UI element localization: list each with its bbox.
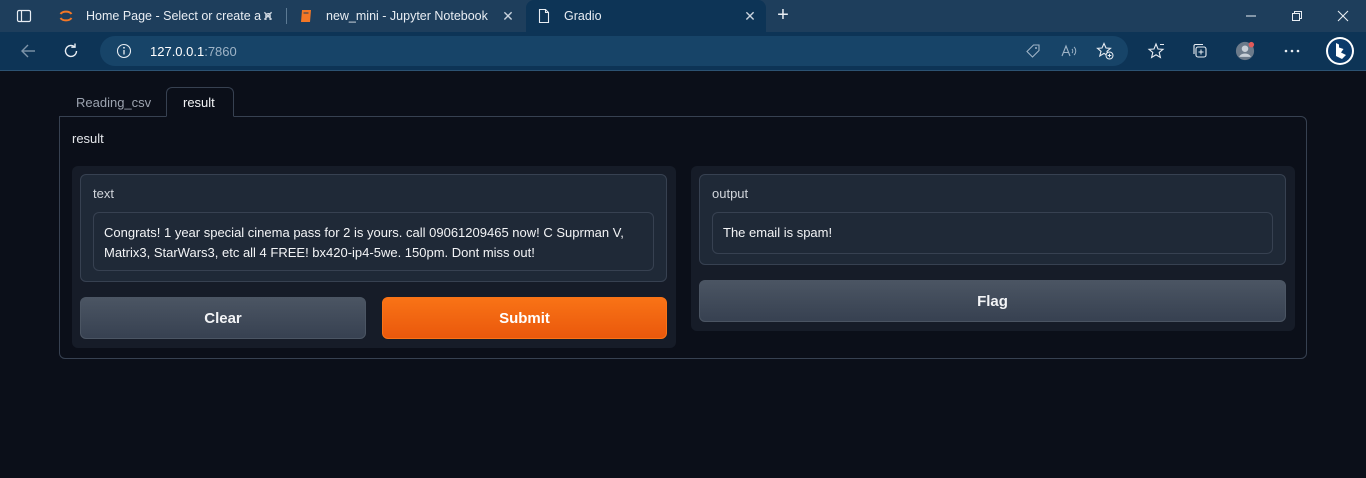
page-icon bbox=[536, 8, 552, 24]
browser-tab-gradio[interactable]: Gradio ✕ bbox=[526, 0, 766, 32]
read-aloud-icon[interactable] bbox=[1060, 43, 1078, 59]
address-bar[interactable]: 127.0.0.1:7860 bbox=[100, 36, 1128, 66]
url-host: 127.0.0.1 bbox=[150, 44, 205, 59]
tab-reading-csv[interactable]: Reading_csv bbox=[60, 87, 166, 117]
tag-icon[interactable] bbox=[1024, 43, 1042, 59]
gradio-app: Reading_csv result result text Congrats!… bbox=[0, 71, 1366, 478]
output-block: output The email is spam! bbox=[699, 174, 1286, 265]
close-tab-icon[interactable]: ✕ bbox=[742, 8, 758, 24]
text-input-block: text Congrats! 1 year special cinema pas… bbox=[80, 174, 667, 282]
collections-icon[interactable] bbox=[1190, 41, 1210, 61]
panel-title: result bbox=[72, 131, 104, 146]
favorites-icon[interactable] bbox=[1146, 41, 1166, 61]
site-info-icon[interactable] bbox=[116, 43, 132, 59]
output-label: output bbox=[712, 186, 749, 201]
output-column: output The email is spam! Flag bbox=[691, 166, 1295, 331]
browser-tab-jupyter-home[interactable]: Home Page - Select or create a n ✕ bbox=[48, 0, 284, 32]
input-column: text Congrats! 1 year special cinema pas… bbox=[72, 166, 676, 348]
window-close-icon[interactable] bbox=[1320, 0, 1366, 32]
tab-divider bbox=[286, 8, 287, 24]
tab-result[interactable]: result bbox=[166, 87, 234, 117]
restore-icon[interactable] bbox=[1274, 0, 1320, 32]
browser-toolbar: 127.0.0.1:7860 bbox=[0, 32, 1366, 70]
output-field[interactable]: The email is spam! bbox=[712, 212, 1273, 254]
browser-tab-strip: Home Page - Select or create a n ✕ new_m… bbox=[0, 0, 1366, 32]
close-tab-icon[interactable]: ✕ bbox=[260, 8, 276, 24]
url-text[interactable]: 127.0.0.1:7860 bbox=[150, 44, 237, 59]
output-text: The email is spam! bbox=[723, 225, 833, 240]
profile-avatar-icon[interactable] bbox=[1235, 41, 1255, 61]
refresh-icon[interactable] bbox=[58, 39, 84, 63]
input-text: Congrats! 1 year special cinema pass for… bbox=[104, 225, 624, 260]
input-label: text bbox=[93, 186, 114, 201]
browser-tab-title: Gradio bbox=[564, 9, 602, 23]
browser-tab-notebook[interactable]: new_mini - Jupyter Notebook ✕ bbox=[288, 0, 524, 32]
browser-tab-title: Home Page - Select or create a n bbox=[86, 9, 272, 23]
flag-button[interactable]: Flag bbox=[699, 280, 1286, 322]
minimize-icon[interactable] bbox=[1228, 0, 1274, 32]
add-favorite-icon[interactable] bbox=[1096, 42, 1114, 60]
url-port: :7860 bbox=[204, 44, 237, 59]
back-arrow-icon[interactable] bbox=[15, 39, 41, 63]
submit-button[interactable]: Submit bbox=[382, 297, 667, 339]
browser-tab-title: new_mini - Jupyter Notebook bbox=[326, 9, 488, 23]
result-panel: result text Congrats! 1 year special cin… bbox=[59, 116, 1307, 359]
notebook-icon bbox=[298, 8, 314, 24]
more-options-icon[interactable] bbox=[1282, 41, 1302, 61]
tab-actions-icon[interactable] bbox=[10, 6, 38, 26]
bing-copilot-icon[interactable] bbox=[1325, 36, 1355, 66]
text-input-field[interactable]: Congrats! 1 year special cinema pass for… bbox=[93, 212, 654, 271]
new-tab-plus-icon[interactable]: + bbox=[772, 5, 794, 26]
close-tab-icon[interactable]: ✕ bbox=[500, 8, 516, 24]
jupyter-logo-icon bbox=[58, 8, 74, 24]
clear-button[interactable]: Clear bbox=[80, 297, 366, 339]
